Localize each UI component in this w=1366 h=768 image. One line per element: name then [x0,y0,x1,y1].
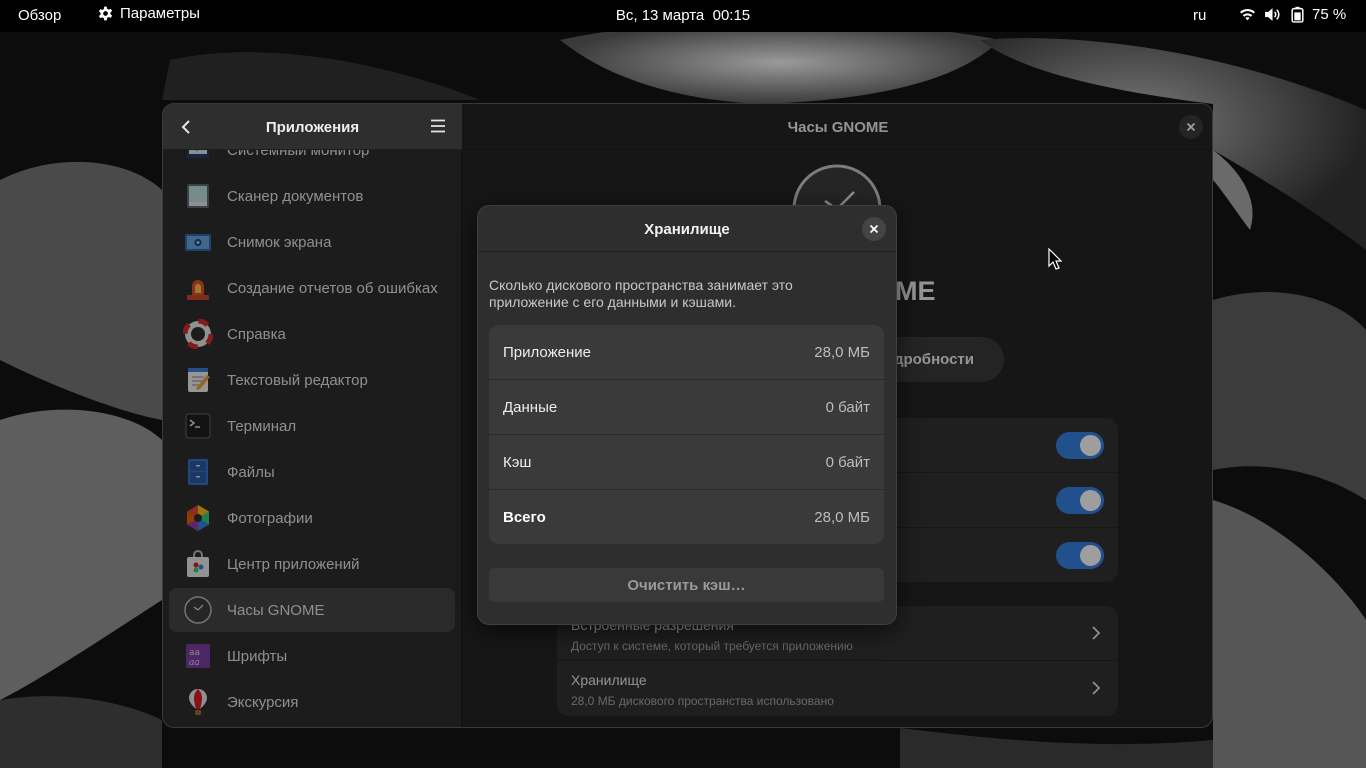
row-value: 0 байт [825,399,870,416]
storage-dialog: Хранилище Сколько дискового пространства… [477,205,897,625]
sidebar-header: Приложения [163,104,462,150]
app-menu-button[interactable]: Параметры [97,5,200,22]
storage-row-cache: Кэш 0 байт [489,435,884,490]
keyboard-layout-indicator[interactable]: ru [1193,7,1206,24]
sidebar-title: Приложения [265,119,360,136]
row-label: Приложение [503,344,591,361]
volume-icon [1265,8,1280,21]
row-value: 0 байт [825,454,870,471]
battery-icon [1291,6,1304,23]
app-menu-label: Параметры [120,5,200,22]
row-label: Кэш [503,454,532,471]
system-status-menu[interactable]: 75 % [1239,6,1346,23]
clock-button[interactable]: Вс, 13 марта 00:15 [616,7,750,24]
top-bar: Обзор Параметры Вс, 13 марта 00:15 ru 75… [0,0,1366,32]
dialog-header: Хранилище [478,206,896,252]
storage-row-app: Приложение 28,0 МБ [489,325,884,380]
mouse-pointer-icon [1048,248,1062,270]
clear-cache-button[interactable]: Очистить кэш… [489,568,884,602]
row-label: Данные [503,399,558,416]
storage-row-total: Всего 28,0 МБ [489,490,884,544]
row-label: Всего [503,509,546,526]
gear-icon [98,6,113,21]
storage-usage-list: Приложение 28,0 МБ Данные 0 байт Кэш 0 б… [489,325,884,544]
activities-button[interactable]: Обзор [18,7,61,24]
battery-percent: 75 % [1312,6,1347,23]
dialog-close-button[interactable] [862,217,886,241]
wifi-icon [1240,9,1255,21]
dialog-title: Хранилище [644,221,730,238]
hamburger-menu-icon[interactable] [429,117,447,135]
dialog-description: Сколько дискового пространства занимает … [489,277,793,310]
storage-row-data: Данные 0 байт [489,380,884,435]
row-value: 28,0 МБ [814,344,870,361]
row-value: 28,0 МБ [814,509,870,526]
close-icon [869,224,879,234]
